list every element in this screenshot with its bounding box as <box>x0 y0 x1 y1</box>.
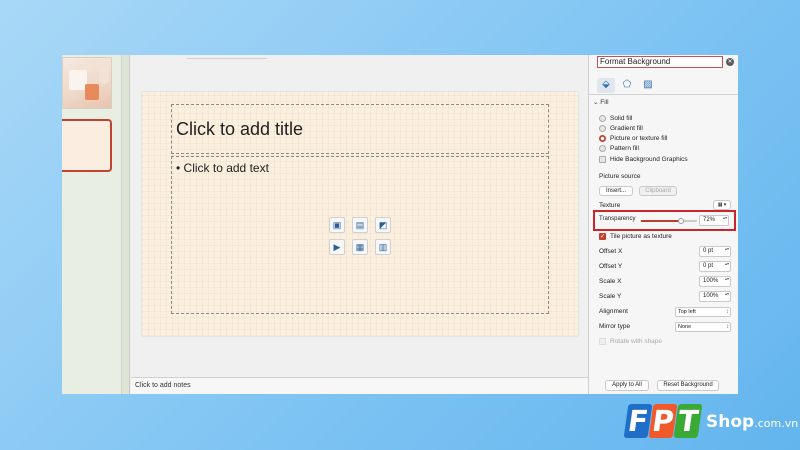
scale-y-input[interactable]: 100% <box>699 291 731 302</box>
slide-thumbnails <box>62 55 122 394</box>
title-placeholder-text: Click to add title <box>176 119 304 139</box>
hide-graphics-option[interactable]: Hide Background Graphics <box>599 156 688 165</box>
thumbnail-decoration <box>99 66 109 84</box>
scale-y-label: Scale Y <box>599 293 622 300</box>
slide-thumbnail-2-selected[interactable] <box>62 119 112 172</box>
insert-smartart-icon[interactable]: ▥ <box>375 239 391 255</box>
radio-button[interactable] <box>599 145 606 152</box>
picture-fill-label: Picture or texture fill <box>610 135 668 143</box>
transparency-label: Transparency <box>599 216 636 222</box>
picture-source-label: Picture source <box>599 173 641 180</box>
logo-letter-t: T <box>673 404 703 438</box>
offset-x-label: Offset X <box>599 248 623 255</box>
logo-letter-p: P <box>648 404 678 438</box>
pane-footer: Apply to All Reset Background <box>589 377 738 394</box>
fill-bucket-icon[interactable]: ⬙ <box>597 78 615 93</box>
fill-section-header[interactable]: ⌄ Fill <box>593 98 609 106</box>
logo-domain: .com.vn <box>754 417 799 430</box>
logo-shop-text: Shop.com.vn <box>706 412 798 432</box>
radio-button-selected[interactable] <box>599 135 606 142</box>
pane-title: Format Background <box>597 56 723 68</box>
fill-section-label: Fill <box>600 99 609 106</box>
gradient-fill-option[interactable]: Gradient fill <box>599 125 643 134</box>
texture-picker[interactable]: ▦ ▾ <box>713 200 731 210</box>
offset-y-input[interactable]: 0 pt <box>699 261 731 272</box>
fpt-logo-mark: F P T <box>623 404 703 438</box>
fptshop-logo: F P T Shop.com.vn <box>623 404 798 440</box>
insert-table-icon[interactable]: ▦ <box>352 239 368 255</box>
offset-x-input[interactable]: 0 pt <box>699 246 731 257</box>
mirror-type-select[interactable]: None <box>675 322 731 332</box>
insert-picture-icon[interactable]: ▣ <box>329 217 345 233</box>
offset-y-label: Offset Y <box>599 263 623 270</box>
thumbnail-decoration <box>85 84 99 100</box>
close-icon[interactable]: ✕ <box>726 58 734 66</box>
slide-thumbnail-1[interactable] <box>62 57 112 109</box>
rotate-with-shape-option[interactable]: Rotate with shape <box>599 338 662 347</box>
pattern-fill-option[interactable]: Pattern fill <box>599 145 639 154</box>
mirror-type-label: Mirror type <box>599 323 631 330</box>
slide-canvas: Click to add title • Click to add text ▣… <box>131 55 588 377</box>
pane-tabs: ⬙ ⬠ ▨ <box>589 75 738 95</box>
tile-label: Tile picture as texture <box>610 233 672 241</box>
pattern-fill-label: Pattern fill <box>610 145 639 153</box>
transparency-slider[interactable] <box>641 218 697 224</box>
notes-pane[interactable]: Click to add notes <box>131 377 588 394</box>
alignment-select[interactable]: Top left <box>675 307 731 317</box>
thumbnail-splitter[interactable] <box>122 55 130 394</box>
radio-button[interactable] <box>599 125 606 132</box>
scale-x-input[interactable]: 100% <box>699 276 731 287</box>
scale-x-label: Scale X <box>599 278 622 285</box>
insert-video-icon[interactable]: ▶ <box>329 239 345 255</box>
hide-graphics-label: Hide Background Graphics <box>610 156 688 164</box>
clipboard-button[interactable]: Clipboard <box>639 186 677 196</box>
transparency-slider-fill <box>641 220 682 222</box>
apply-to-all-button[interactable]: Apply to All <box>605 380 649 391</box>
checkbox-disabled[interactable] <box>599 338 606 345</box>
transparency-input[interactable]: 72% <box>699 215 729 226</box>
gradient-fill-label: Gradient fill <box>610 125 643 133</box>
powerpoint-window: Click to add title • Click to add text ▣… <box>62 55 738 394</box>
texture-label: Texture <box>599 202 621 209</box>
effects-pentagon-icon[interactable]: ⬠ <box>618 78 636 93</box>
format-background-pane: Format Background ✕ ⬙ ⬠ ▨ ⌄ Fill Solid f… <box>588 55 738 394</box>
ruler-mark <box>187 55 267 59</box>
insert-button[interactable]: Insert... <box>599 186 633 196</box>
reset-background-button[interactable]: Reset Background <box>657 380 719 391</box>
radio-button[interactable] <box>599 115 606 122</box>
rotate-with-shape-label: Rotate with shape <box>610 338 663 346</box>
alignment-label: Alignment <box>599 308 628 315</box>
checkbox[interactable] <box>599 156 606 163</box>
picture-fill-option[interactable]: Picture or texture fill <box>599 135 667 144</box>
picture-icon[interactable]: ▨ <box>639 78 657 93</box>
content-placeholder-text: • Click to add text <box>176 161 269 175</box>
insert-content-icons: ▣ ▤ ◩ ▶ ▦ ▥ <box>329 217 393 257</box>
checkbox-checked[interactable]: ✓ <box>599 233 606 240</box>
insert-icon-icon[interactable]: ◩ <box>375 217 391 233</box>
solid-fill-option[interactable]: Solid fill <box>599 115 632 124</box>
logo-letter-f: F <box>623 404 653 438</box>
content-placeholder[interactable]: • Click to add text ▣ ▤ ◩ ▶ ▦ ▥ <box>171 156 549 314</box>
solid-fill-label: Solid fill <box>610 115 633 123</box>
tile-option[interactable]: ✓ Tile picture as texture <box>599 233 672 242</box>
insert-stock-image-icon[interactable]: ▤ <box>352 217 368 233</box>
slide[interactable]: Click to add title • Click to add text ▣… <box>142 92 578 336</box>
title-placeholder[interactable]: Click to add title <box>171 104 549 154</box>
notes-placeholder: Click to add notes <box>135 382 191 389</box>
logo-shop-word: Shop <box>706 412 755 432</box>
